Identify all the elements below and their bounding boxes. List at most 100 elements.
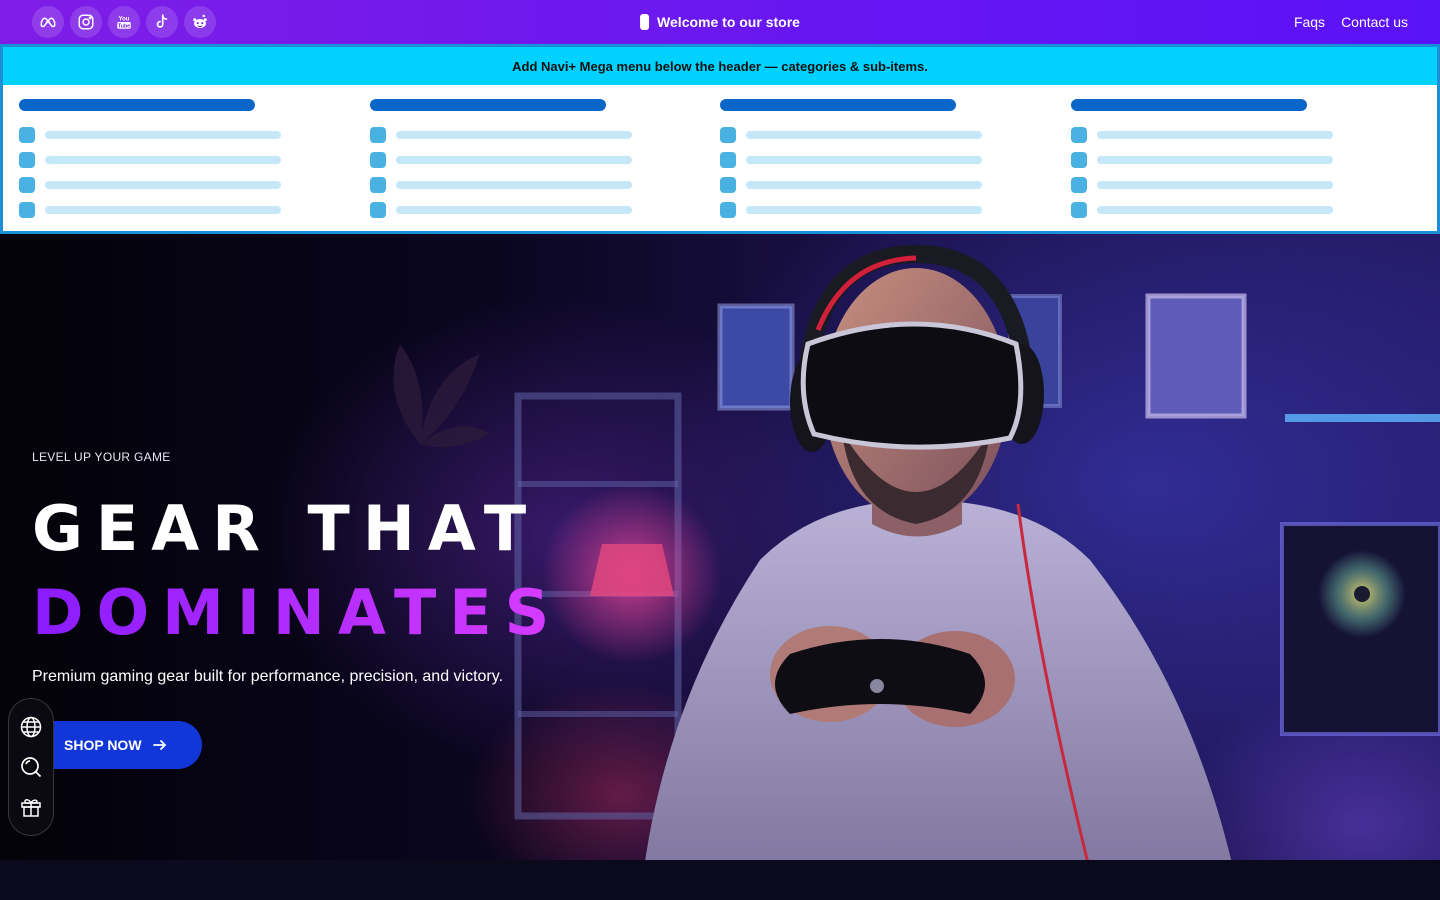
youtube-you-text: You <box>119 17 130 23</box>
hero-subtitle: Premium gaming gear built for performanc… <box>32 668 504 685</box>
mega-menu-column <box>1070 99 1422 222</box>
mega-menu-subitem-placeholder[interactable] <box>720 197 1071 222</box>
mega-menu-subitem-placeholder[interactable] <box>720 147 1071 172</box>
mega-menu-subitem-placeholder[interactable] <box>1070 122 1422 147</box>
tiktok-link[interactable] <box>146 6 178 38</box>
subitem-label-placeholder <box>746 155 982 164</box>
subitem-label-placeholder <box>746 205 982 214</box>
search-icon[interactable] <box>19 755 43 779</box>
mega-menu-subitem-placeholder[interactable] <box>1070 147 1422 172</box>
hero-eyebrow: LEVEL UP YOUR GAME <box>32 450 171 464</box>
mega-menu-placeholder: Add Navi+ Mega menu below the header — c… <box>0 44 1440 234</box>
meta-link[interactable] <box>32 6 64 38</box>
mega-menu-subitem-placeholder[interactable] <box>1070 197 1422 222</box>
hero-banner: LEVEL UP YOUR GAME GEAR THAT DOMINATES P… <box>0 234 1440 900</box>
mega-menu-subitem-placeholder[interactable] <box>369 147 721 172</box>
contact-us-link[interactable]: Contact us <box>1341 14 1408 30</box>
subitem-label-placeholder <box>1096 155 1333 164</box>
mega-menu-subitem-placeholder[interactable] <box>369 197 721 222</box>
mega-menu-subitem-placeholder[interactable] <box>720 122 1071 147</box>
top-links: Faqs Contact us <box>1294 0 1408 44</box>
hero-title-line-2: DOMINATES <box>32 576 563 649</box>
announcement-text: Welcome to our store <box>657 14 800 30</box>
subitem-label-placeholder <box>45 155 281 164</box>
mega-menu-subitem-placeholder[interactable] <box>19 147 370 172</box>
mega-menu-subitem-placeholder[interactable] <box>19 197 370 222</box>
instagram-icon <box>78 14 94 30</box>
mega-menu-column <box>720 99 1071 222</box>
mega-menu-column <box>369 99 721 222</box>
neon-shelf <box>1285 414 1440 422</box>
subitem-icon-placeholder <box>369 176 386 193</box>
mega-menu-columns <box>3 85 1437 222</box>
subitem-icon-placeholder <box>19 176 35 193</box>
subitem-label-placeholder <box>395 205 632 214</box>
subitem-label-placeholder <box>45 205 281 214</box>
vr-headset <box>800 321 1024 450</box>
pc-fan-hub <box>1354 586 1370 602</box>
shop-now-button[interactable]: SHOP NOW <box>32 721 202 769</box>
subitem-icon-placeholder <box>1070 126 1087 143</box>
subitem-label-placeholder <box>395 180 632 189</box>
subitem-icon-placeholder <box>720 201 736 218</box>
gift-icon[interactable] <box>19 795 43 819</box>
subitem-label-placeholder <box>1096 180 1333 189</box>
mega-menu-category-placeholder[interactable] <box>720 99 956 111</box>
meta-icon <box>40 17 56 28</box>
instagram-link[interactable] <box>70 6 102 38</box>
mega-menu-subitem-placeholder[interactable] <box>369 172 721 197</box>
mega-menu-subitem-placeholder[interactable] <box>19 172 370 197</box>
announcement: Welcome to our store <box>640 0 800 44</box>
subitem-icon-placeholder <box>369 151 386 168</box>
lamp-shade <box>590 544 674 596</box>
floating-dock <box>8 698 54 836</box>
mega-menu-category-placeholder[interactable] <box>1070 99 1307 111</box>
desk <box>0 860 1440 900</box>
youtube-icon: YouTube <box>117 17 131 30</box>
game-controller <box>775 639 985 714</box>
globe-icon[interactable] <box>19 715 43 739</box>
mega-menu-subitem-placeholder[interactable] <box>720 172 1071 197</box>
subitem-icon-placeholder <box>1070 151 1087 168</box>
hero-title-line-1: GEAR THAT <box>32 492 540 565</box>
wall-frame <box>1145 293 1247 419</box>
subitem-label-placeholder <box>746 180 982 189</box>
subitem-icon-placeholder <box>720 151 736 168</box>
subitem-icon-placeholder <box>720 176 736 193</box>
subitem-label-placeholder <box>45 180 281 189</box>
subitem-icon-placeholder <box>720 126 736 143</box>
controller-button <box>870 679 884 693</box>
subitem-icon-placeholder <box>1070 176 1087 193</box>
subitem-icon-placeholder <box>19 126 35 143</box>
subitem-icon-placeholder <box>19 151 35 168</box>
subitem-label-placeholder <box>746 130 982 139</box>
mega-menu-subitem-placeholder[interactable] <box>1070 172 1422 197</box>
hero-background-scene <box>0 244 1440 900</box>
subitem-label-placeholder <box>395 155 632 164</box>
subitem-label-placeholder <box>1096 130 1333 139</box>
mega-menu-category-placeholder[interactable] <box>369 99 606 111</box>
phone-icon <box>640 14 650 30</box>
mega-menu-notice: Add Navi+ Mega menu below the header — c… <box>3 47 1437 85</box>
reddit-link[interactable] <box>184 6 216 38</box>
arrow-right-icon <box>152 740 166 750</box>
social-links: You Tube <box>32 6 216 38</box>
announcement-bar: You Tube Welcome to our store Faqs Contac… <box>0 0 1440 44</box>
subitem-label-placeholder <box>45 130 281 139</box>
tiktok-icon <box>156 14 168 28</box>
youtube-tube-text: Tube <box>118 24 130 30</box>
mega-menu-subitem-placeholder[interactable] <box>369 122 721 147</box>
subitem-icon-placeholder <box>19 201 35 218</box>
shop-now-label: SHOP NOW <box>64 737 142 753</box>
subitem-label-placeholder <box>1096 205 1333 214</box>
youtube-link[interactable]: You Tube <box>108 6 140 38</box>
subitem-icon-placeholder <box>369 201 386 218</box>
reddit-icon <box>193 14 207 28</box>
subitem-label-placeholder <box>395 130 632 139</box>
mega-menu-category-placeholder[interactable] <box>19 99 255 111</box>
plant <box>393 344 490 448</box>
mega-menu-column <box>19 99 370 222</box>
faqs-link[interactable]: Faqs <box>1294 14 1325 30</box>
subitem-icon-placeholder <box>369 126 386 143</box>
mega-menu-subitem-placeholder[interactable] <box>19 122 370 147</box>
